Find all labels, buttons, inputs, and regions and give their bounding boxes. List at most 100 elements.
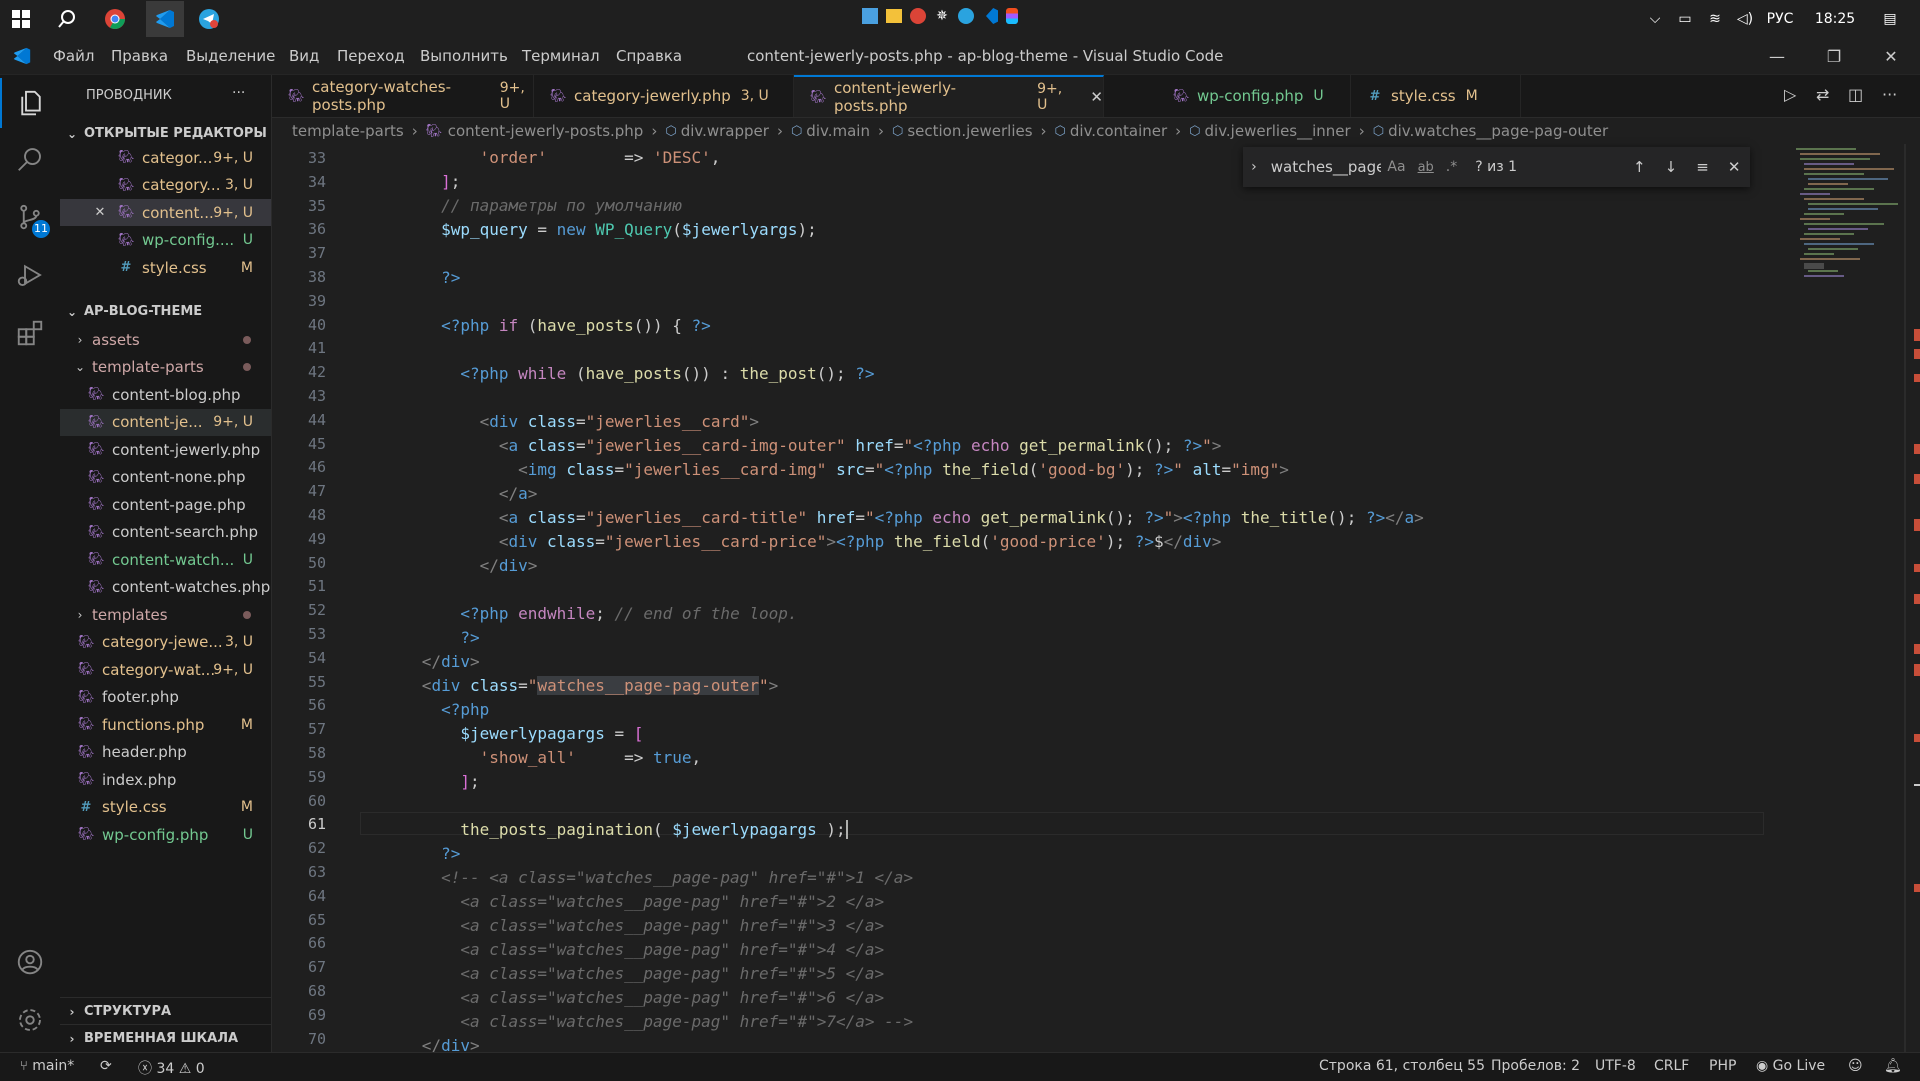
file-item[interactable]: # style.css M — [60, 794, 271, 821]
timeline-header[interactable]: › ВРЕМЕННАЯ ШКАЛА — [60, 1024, 271, 1052]
branch-indicator[interactable]: ⑂ main* — [20, 1058, 74, 1074]
cursor-position[interactable]: Строка 61, столбец 55 — [1319, 1058, 1485, 1074]
clock[interactable]: 18:25 — [1800, 11, 1870, 27]
run-icon[interactable]: ▷ — [1784, 85, 1796, 104]
notifications-bell-icon[interactable]: 🔔︎ — [1884, 1058, 1902, 1074]
file-item[interactable]: 🐘︎ category-jewe... 3, U — [60, 629, 271, 656]
manage-gear-icon[interactable] — [0, 995, 60, 1045]
menu-item[interactable]: Выделение — [186, 47, 275, 65]
file-item[interactable]: 🐘︎ content-none.php — [60, 464, 271, 491]
find-in-selection-icon[interactable]: ≡ — [1687, 158, 1719, 176]
figma-icon[interactable] — [1006, 8, 1018, 24]
menu-item[interactable]: Справка — [616, 47, 682, 65]
minimap[interactable] — [1792, 144, 1904, 304]
file-item[interactable]: 🐘︎ content-blog.php — [60, 381, 271, 408]
vscode-taskbar-icon[interactable] — [146, 1, 184, 37]
desktop-icon[interactable] — [862, 8, 878, 24]
more-actions-icon[interactable]: ··· — [232, 85, 245, 101]
telegram-icon[interactable] — [958, 8, 974, 24]
go-live-button[interactable]: ◉ Go Live — [1756, 1058, 1825, 1074]
compare-changes-icon[interactable]: ⇄ — [1816, 85, 1829, 104]
tab-3[interactable]: 🐘︎ content-jewerly-posts.php 9+, U ✕ — [794, 75, 1104, 117]
close-editor-icon[interactable]: ✕ — [92, 205, 108, 220]
file-item[interactable]: 🐘︎ category-wat... 9+, U — [60, 656, 271, 683]
previous-match-icon[interactable]: ↑ — [1623, 158, 1655, 176]
vscode-icon[interactable] — [986, 8, 998, 24]
windows-start-icon[interactable] — [6, 4, 36, 34]
open-editors-header[interactable]: ⌄ ОТКРЫТЫЕ РЕДАКТОРЫ — [60, 120, 271, 147]
volume-icon[interactable]: ◁) — [1730, 11, 1760, 27]
notifications-icon[interactable]: ▤ — [1870, 11, 1910, 27]
chrome-icon[interactable] — [100, 4, 130, 34]
menu-item[interactable]: Терминал — [522, 47, 600, 65]
problems-indicator[interactable]: ⓧ 34 ⚠ 0 — [138, 1058, 205, 1078]
tab-4[interactable]: 🐘︎ wp-config.php U — [1157, 75, 1351, 117]
breadcrumb-item[interactable]: div.watches__page-pag-outer — [1388, 122, 1608, 140]
breadcrumb-item[interactable]: div.jewerlies__inner — [1205, 122, 1351, 140]
chevron-up-icon[interactable]: ⌵ — [1640, 11, 1670, 27]
file-item[interactable]: 🐘︎ wp-config.php U — [60, 821, 271, 848]
editor-scrollbar[interactable] — [1904, 144, 1920, 1052]
menu-item[interactable]: Выполнить — [420, 47, 508, 65]
breadcrumb-item[interactable]: div.container — [1070, 122, 1167, 140]
breadcrumb-item[interactable]: div.main — [806, 122, 870, 140]
telegram-icon[interactable] — [194, 4, 224, 34]
open-editor-item[interactable]: ✕ 🐘︎ content... 9+, U — [60, 199, 271, 226]
tab-1[interactable]: 🐘︎ category-watches-posts.php 9+, U — [272, 75, 534, 117]
source-control-icon[interactable]: 11 — [0, 192, 60, 242]
file-item[interactable]: 🐘︎ header.php — [60, 739, 271, 766]
open-editor-item[interactable]: 🐘︎ wp-config.... U — [60, 227, 271, 254]
extensions-icon[interactable] — [0, 308, 60, 358]
menu-item[interactable]: Переход — [337, 47, 405, 65]
file-item[interactable]: 🐘︎ index.php — [60, 766, 271, 793]
more-actions-icon[interactable]: ··· — [1882, 85, 1897, 104]
menu-item[interactable]: Правка — [111, 47, 168, 65]
file-item[interactable]: 🐘︎ footer.php — [60, 684, 271, 711]
feedback-icon[interactable]: ☺ — [1848, 1058, 1863, 1074]
folder-item[interactable]: › assets — [60, 326, 271, 353]
project-header[interactable]: ⌄ AP-BLOG-THEME — [60, 298, 271, 325]
run-debug-icon[interactable] — [0, 250, 60, 300]
wifi-icon[interactable]: ≋ — [1700, 11, 1730, 27]
next-match-icon[interactable]: ↓ — [1655, 158, 1687, 176]
line-endings[interactable]: CRLF — [1654, 1058, 1689, 1074]
settings-icon[interactable]: ✵ — [934, 8, 950, 24]
breadcrumb-item[interactable]: div.wrapper — [681, 122, 769, 140]
match-whole-word-icon[interactable]: ab — [1418, 160, 1434, 175]
file-item[interactable]: 🐘︎ content-jewerly.php — [60, 436, 271, 463]
encoding[interactable]: UTF-8 — [1595, 1058, 1636, 1074]
language-indicator[interactable]: РУС — [1760, 11, 1800, 27]
close-window-icon[interactable]: ✕ — [1876, 44, 1906, 68]
file-item[interactable]: 🐘︎ content-search.php — [60, 519, 271, 546]
chrome-icon[interactable] — [910, 8, 926, 24]
close-find-icon[interactable]: ✕ — [1718, 158, 1750, 176]
open-editor-item[interactable]: 🐘︎ category... 3, U — [60, 172, 271, 199]
account-icon[interactable] — [0, 937, 60, 987]
language-mode[interactable]: PHP — [1709, 1058, 1736, 1074]
folder-icon[interactable] — [886, 9, 902, 23]
toggle-replace-icon[interactable]: › — [1243, 159, 1265, 175]
regex-icon[interactable]: .* — [1446, 159, 1457, 175]
indentation[interactable]: Пробелов: 2 — [1491, 1058, 1580, 1074]
open-editor-item[interactable]: 🐘︎ categor... 9+, U — [60, 144, 271, 171]
tab-5[interactable]: # style.css M — [1351, 75, 1521, 117]
sync-icon[interactable]: ⟳ — [100, 1058, 112, 1074]
tab-2[interactable]: 🐘︎ category-jewerly.php 3, U — [534, 75, 794, 117]
explorer-icon[interactable] — [0, 78, 60, 128]
menu-item[interactable]: Файл — [53, 47, 94, 65]
match-case-icon[interactable]: Aa — [1387, 159, 1405, 175]
minimize-icon[interactable]: — — [1762, 44, 1792, 68]
battery-icon[interactable]: ▭ — [1670, 11, 1700, 27]
find-input[interactable]: watches__page- — [1271, 158, 1382, 176]
file-item[interactable]: 🐘︎ content-je... 9+, U — [60, 408, 271, 436]
file-item[interactable]: 🐘︎ content-watch... U — [60, 546, 271, 573]
menu-item[interactable]: Вид — [289, 47, 319, 65]
breadcrumb-item[interactable]: content-jewerly-posts.php — [448, 122, 644, 140]
close-tab-icon[interactable]: ✕ — [1090, 88, 1103, 106]
breadcrumb-item[interactable]: section.jewerlies — [907, 122, 1032, 140]
code-editor[interactable]: 33 34 35 36 37 38 39 40 41 42 43 44 45 46 47 48 49 50 51 52… — [272, 144, 1920, 1052]
outline-header[interactable]: › СТРУКТУРА — [60, 997, 271, 1025]
split-editor-icon[interactable]: ◫ — [1848, 85, 1863, 104]
file-item[interactable]: 🐘︎ content-page.php — [60, 491, 271, 518]
search-icon[interactable] — [0, 134, 60, 184]
